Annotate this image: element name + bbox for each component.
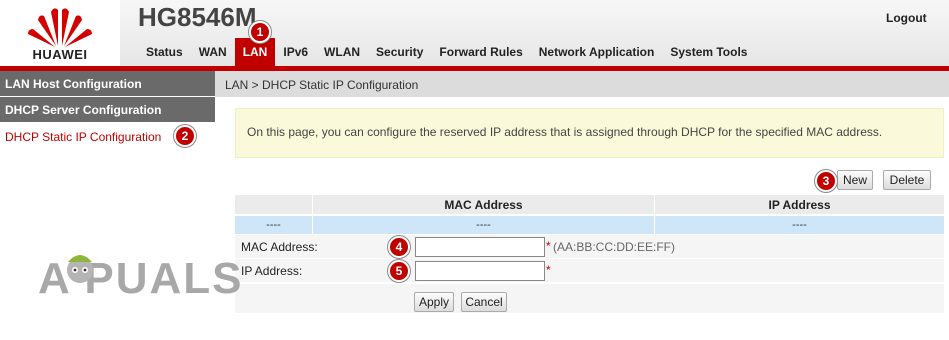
top-nav: Status WAN LAN IPv6 WLAN Security Forwar… xyxy=(138,38,755,67)
table-cell: ---- xyxy=(792,219,807,231)
tab-system-tools[interactable]: System Tools xyxy=(662,38,755,67)
column-header-ip: IP Address xyxy=(768,197,831,212)
apply-button[interactable]: Apply xyxy=(414,292,454,312)
mac-address-label: MAC Address: xyxy=(241,240,318,254)
ip-address-input[interactable] xyxy=(415,261,545,281)
callout-marker: 1 xyxy=(249,21,271,43)
required-mark: * xyxy=(546,239,551,253)
sidebar-item-lan-host[interactable]: LAN Host Configuration xyxy=(0,71,215,96)
mac-address-input[interactable] xyxy=(415,237,545,257)
watermark-mascot-icon xyxy=(67,255,93,283)
breadcrumb: LAN > DHCP Static IP Configuration xyxy=(215,71,949,97)
mac-format-hint: (AA:BB:CC:DD:EE:FF) xyxy=(553,240,676,254)
table-row[interactable]: ---- ---- ---- xyxy=(235,216,944,234)
callout-marker: 2 xyxy=(174,125,196,147)
huawei-petals-icon xyxy=(28,8,92,47)
tab-ipv6[interactable]: IPv6 xyxy=(275,38,316,67)
header: HUAWEI HG8546M Logout Status WAN LAN IPv… xyxy=(0,0,949,67)
column-header-select xyxy=(235,195,313,214)
callout-marker: 5 xyxy=(388,260,410,282)
callout-marker: 4 xyxy=(388,236,410,258)
tab-wan[interactable]: WAN xyxy=(191,38,235,67)
logout-link[interactable]: Logout xyxy=(886,11,927,25)
cancel-button[interactable]: Cancel xyxy=(461,292,507,312)
mac-address-row: MAC Address: * (AA:BB:CC:DD:EE:FF) xyxy=(235,235,944,259)
tab-network-application[interactable]: Network Application xyxy=(531,38,663,67)
table-cell: ---- xyxy=(313,216,655,234)
huawei-logo: HUAWEI xyxy=(0,0,120,66)
tab-wlan[interactable]: WLAN xyxy=(316,38,368,67)
main-panel: LAN > DHCP Static IP Configuration On th… xyxy=(215,71,949,340)
table-header: MAC Address IP Address xyxy=(235,195,944,215)
callout-marker: 3 xyxy=(815,170,837,192)
delete-button[interactable]: Delete xyxy=(883,170,931,190)
required-mark: * xyxy=(546,263,551,277)
table-cell: ---- xyxy=(235,216,313,234)
logo-text: HUAWEI xyxy=(32,47,88,62)
ip-address-row: IP Address: * xyxy=(235,259,944,283)
tab-forward-rules[interactable]: Forward Rules xyxy=(431,38,530,67)
tab-status[interactable]: Status xyxy=(138,38,191,67)
column-header-mac: MAC Address xyxy=(313,195,655,214)
sidebar-item-dhcp-server[interactable]: DHCP Server Configuration xyxy=(0,97,215,122)
device-name: HG8546M xyxy=(138,2,257,32)
new-button[interactable]: New xyxy=(837,170,873,190)
ip-address-label: IP Address: xyxy=(241,264,303,278)
tab-security[interactable]: Security xyxy=(368,38,431,67)
form-actions-row xyxy=(235,284,944,314)
info-message: On this page, you can configure the rese… xyxy=(235,108,944,158)
tab-lan[interactable]: LAN xyxy=(234,38,276,67)
